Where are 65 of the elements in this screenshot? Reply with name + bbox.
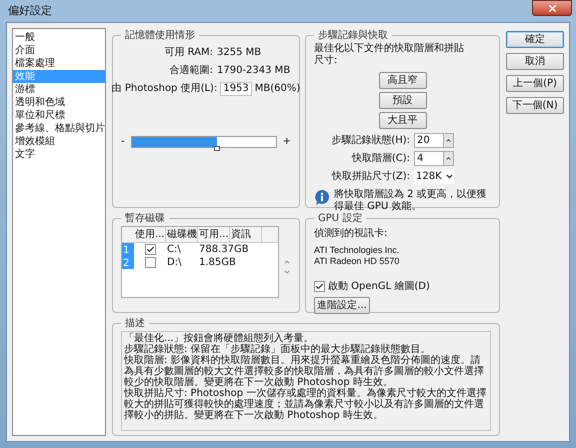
- push-button[interactable]: 下一個(N): [506, 97, 564, 114]
- checkbox-label: 啟動 OpenGL 繪圖(D): [328, 280, 430, 294]
- minus-label: -: [121, 135, 125, 149]
- table-cell-text: C:\: [166, 243, 182, 257]
- group-title: 描述: [124, 316, 146, 331]
- description-text: 快取拼貼尺寸: Photoshop 一次儲存或處理的資料量。為像素尺寸較大的文件選擇較大的拼貼可獲得較快的處理速度；並請為像素尺寸較小以及有許多圖層的文件選擇較小的拼貼。變更將在下一次啟動 Photoshop 時生效。: [124, 388, 488, 421]
- push-button[interactable]: 上一個(P): [506, 75, 564, 92]
- description-text: 「最佳化...」按鈕會將硬體組態列入考量。: [124, 333, 315, 344]
- checkbox[interactable]: [144, 244, 156, 255]
- card-name: ATI Technologies Inc.: [314, 245, 400, 256]
- close-icon: [546, 2, 558, 14]
- field-label: 快取拼貼尺寸(Z):: [330, 170, 410, 184]
- push-button[interactable]: 預設: [378, 92, 426, 109]
- table-cell-text: 1.85GB: [198, 256, 237, 270]
- dropdown-field[interactable]: 128K: [414, 169, 454, 184]
- info-icon: [314, 189, 330, 206]
- spin-field[interactable]: 4: [414, 151, 454, 166]
- push-button[interactable]: 大且平: [378, 112, 426, 129]
- category-item[interactable]: 透明和色域: [13, 96, 105, 109]
- description-text: 快取階層: 影像資料的快取階層數目。用來提升螢幕重繪及色階分佈圖的速度。請為具有少數圖層的較大文件選擇較多的快取階層，為具有許多圖層的較小文件選擇較少的快取階層。變更將在下一次啟動 Photoshop 時生效。: [124, 355, 485, 388]
- info-label: 可用 RAM:: [163, 46, 213, 60]
- push-button[interactable]: 取消: [506, 53, 564, 70]
- move-up-icon: [283, 258, 291, 266]
- info-value: 1790-2343 MB: [217, 64, 290, 78]
- push-button[interactable]: 確定: [506, 31, 564, 48]
- field-label: 快取階層(C):: [350, 152, 410, 166]
- category-item[interactable]: 增效模組: [13, 135, 105, 148]
- table-cell-text: D:\: [166, 256, 182, 270]
- usage-field[interactable]: 1953: [220, 82, 252, 96]
- usage-unit: MB(60%): [254, 82, 300, 96]
- description-text: 步驟記錄狀態: 保留在「步驟記錄」面板中的最大步驟記錄狀態數目。: [124, 344, 432, 355]
- push-button[interactable]: 進階設定...: [314, 297, 370, 314]
- usage-label: 由 Photoshop 使用(L):: [112, 82, 218, 96]
- column-header[interactable]: 資訊: [230, 227, 262, 242]
- category-item[interactable]: 檔案處理: [13, 57, 105, 70]
- push-button[interactable]: 高且窄: [378, 72, 426, 89]
- column-header[interactable]: 磁碟機: [166, 227, 198, 242]
- category-item[interactable]: 介面: [13, 44, 105, 57]
- spin-field[interactable]: 20: [414, 133, 454, 148]
- intro-text: 最佳化以下文件的快取階層和拼貼尺寸:: [314, 43, 464, 67]
- field-label: 步驟記錄狀態(H):: [330, 134, 410, 148]
- table-cell-text: 788.37GB: [198, 243, 250, 257]
- info-value: 3255 MB: [217, 46, 262, 60]
- slider-thumb[interactable]: [214, 146, 220, 150]
- close-button[interactable]: [532, 0, 572, 16]
- category-item[interactable]: 文字: [13, 148, 105, 161]
- group-title: 步驟記錄與快取: [317, 28, 389, 42]
- move-down-icon: [283, 268, 291, 276]
- window-title: 偏好設定: [8, 2, 52, 19]
- category-item[interactable]: 單位和尺標: [13, 109, 105, 122]
- note-text: 將快取階層設為 2 或更高，以便獲得最佳 GPU 效能。: [334, 189, 488, 212]
- group-title: 記憶體使用情形: [124, 28, 196, 43]
- category-item[interactable]: 一般: [13, 31, 105, 44]
- category-item[interactable]: 游標: [13, 83, 105, 96]
- info-label: 合適範圍:: [168, 64, 213, 78]
- category-item[interactable]: 參考線、格點與切片: [13, 122, 105, 135]
- checkbox[interactable]: [144, 257, 156, 268]
- card-name: ATI Radeon HD 5570: [314, 256, 400, 267]
- plus-label: +: [282, 135, 291, 149]
- column-header[interactable]: 可用...: [198, 227, 230, 242]
- group-title: GPU 設定: [317, 212, 364, 226]
- checkbox[interactable]: [314, 281, 325, 292]
- gpu-label: 偵測到的視訊卡:: [314, 226, 388, 241]
- group-title: 暫存磁碟: [124, 212, 166, 226]
- column-header[interactable]: 使用...: [134, 227, 166, 242]
